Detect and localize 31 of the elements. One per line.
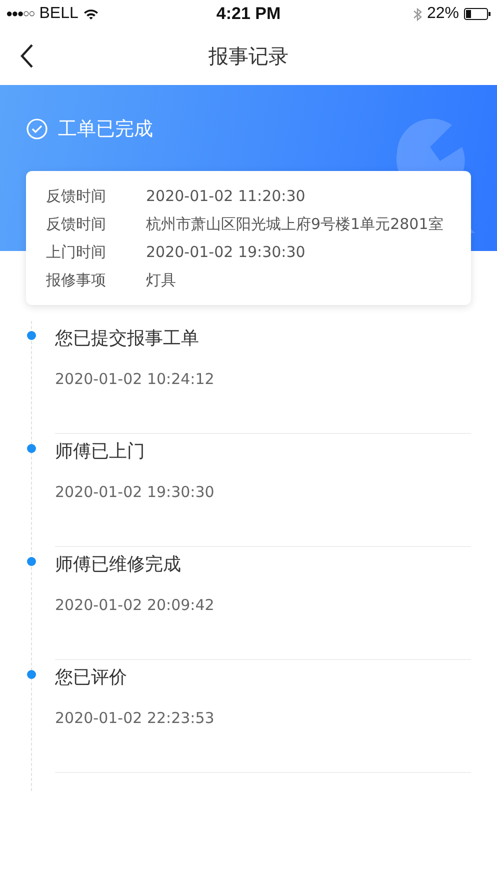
detail-label: 反馈时间 <box>46 214 107 235</box>
detail-value: 杭州市萧山区阳光城上府9号楼1单元2801室 <box>146 214 444 235</box>
back-icon[interactable] <box>20 44 34 68</box>
event-time: 2020-01-02 22:23:53 <box>55 709 216 727</box>
event-title: 师傅已上门 <box>55 440 146 463</box>
event-title: 您已提交报事工单 <box>55 327 200 350</box>
timeline-dot <box>27 557 36 566</box>
signal-strength: ●●●○○ <box>6 8 34 20</box>
page-title: 报事记录 <box>208 43 288 70</box>
event-time: 2020-01-02 19:30:30 <box>55 483 216 501</box>
timeline-dot <box>27 444 36 453</box>
timeline-dot <box>27 670 36 679</box>
event-time: 2020-01-02 10:24:12 <box>55 370 216 388</box>
detail-value: 灯具 <box>146 270 177 291</box>
battery-icon <box>464 8 491 20</box>
battery-percent: 22% <box>426 5 459 23</box>
event-time: 2020-01-02 20:09:42 <box>55 596 216 614</box>
detail-label: 反馈时间 <box>46 186 107 207</box>
order-status: 工单已完成 <box>58 117 153 142</box>
detail-label: 上门时间 <box>46 242 107 263</box>
detail-value: 2020-01-02 19:30:30 <box>146 242 306 263</box>
carrier-name: BELL <box>39 5 78 23</box>
detail-label: 报修事项 <box>46 270 107 291</box>
check-circle-icon <box>26 118 48 140</box>
event-title: 师傅已维修完成 <box>55 553 182 576</box>
bluetooth-icon <box>412 6 422 22</box>
clock-time: 4:21 PM <box>216 4 281 24</box>
detail-value: 2020-01-02 11:20:30 <box>146 186 306 207</box>
timeline-dot <box>27 331 36 340</box>
wifi-icon <box>83 8 100 20</box>
event-title: 您已评价 <box>55 666 128 689</box>
